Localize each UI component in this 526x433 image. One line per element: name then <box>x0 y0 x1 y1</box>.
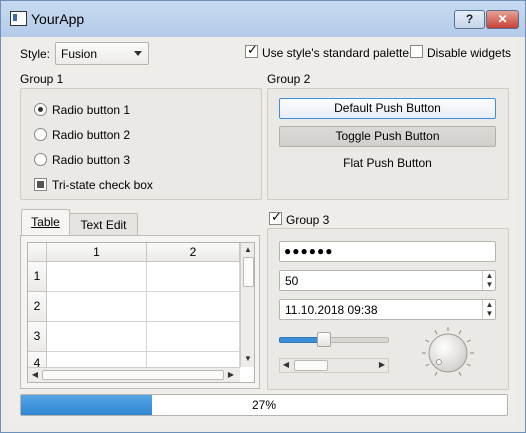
disable-widgets-checkbox[interactable] <box>410 45 423 58</box>
horizontal-slider[interactable] <box>279 331 389 347</box>
radio-button-2[interactable] <box>34 128 47 141</box>
horizontal-scroll-thumb[interactable] <box>42 370 224 380</box>
tristate-label: Tri-state check box <box>52 178 153 192</box>
spin-box-value: 50 <box>285 274 299 288</box>
close-button[interactable]: ✕ <box>486 10 519 29</box>
table-cell[interactable] <box>47 322 147 352</box>
table-cell[interactable] <box>47 262 147 292</box>
tab-table[interactable]: Table <box>21 209 70 236</box>
radio-label-3: Radio button 3 <box>52 153 131 167</box>
scroll-right-icon[interactable]: ▶ <box>377 360 387 369</box>
toggle-push-button[interactable]: Toggle Push Button <box>279 126 496 147</box>
main-panel: Style: Fusion ✓ Use style's standard pal… <box>9 37 517 424</box>
scroll-left-icon[interactable]: ◀ <box>30 370 40 379</box>
spin-up-icon[interactable]: ▲ <box>483 300 496 309</box>
scroll-right-icon[interactable]: ▶ <box>226 370 236 379</box>
password-field[interactable]: ●●●●●● <box>279 241 496 262</box>
row-header-2[interactable]: 2 <box>28 292 47 322</box>
group3-frame: ●●●●●● 50 ▲ ▼ 11.10.2018 09:38 ▲ ▼ ◀ ▶ <box>267 228 509 390</box>
dial-knob[interactable] <box>428 333 468 373</box>
app-icon <box>10 11 27 26</box>
vertical-scrollbar[interactable]: ▲ ▼ <box>240 243 254 367</box>
datetime-spin-buttons[interactable]: ▲ ▼ <box>482 300 496 319</box>
spin-box[interactable]: 50 ▲ ▼ <box>279 270 496 291</box>
tab-text-edit-label: Text Edit <box>80 218 127 232</box>
spin-up-icon[interactable]: ▲ <box>483 271 496 280</box>
datetime-value: 11.10.2018 09:38 <box>285 303 378 317</box>
style-label: Style: <box>20 47 51 61</box>
spin-buttons[interactable]: ▲ ▼ <box>482 271 496 290</box>
window-title: YourApp <box>31 11 85 27</box>
table-panel: 1 2 1 2 3 4 ▲ ▼ ◀ ▶ <box>20 235 260 389</box>
small-scroll-thumb[interactable] <box>294 360 328 371</box>
radio-button-3[interactable] <box>34 153 47 166</box>
scroll-left-icon[interactable]: ◀ <box>281 360 291 369</box>
row-header-1[interactable]: 1 <box>28 262 47 292</box>
table-cell[interactable] <box>147 262 240 292</box>
table-cell[interactable] <box>147 292 240 322</box>
small-scrollbar[interactable]: ◀ ▶ <box>279 358 389 373</box>
dial[interactable] <box>420 325 476 381</box>
palette-label: Use style's standard palette <box>262 46 410 60</box>
flat-push-button[interactable]: Flat Push Button <box>279 154 496 173</box>
tab-table-label: Table <box>31 215 60 229</box>
column-header-2[interactable]: 2 <box>147 243 240 262</box>
group3-title: Group 3 <box>286 213 330 227</box>
style-combo-value: Fusion <box>61 47 98 61</box>
scroll-up-icon[interactable]: ▲ <box>241 245 254 254</box>
table-cell[interactable] <box>47 292 147 322</box>
column-header-1[interactable]: 1 <box>47 243 147 262</box>
check-icon: ✓ <box>271 209 282 224</box>
tab-widget: Table Text Edit 1 2 1 2 3 4 ▲ ▼ ◀ ▶ <box>20 209 260 389</box>
app-window: YourApp ? ✕ Style: Fusion ✓ Use style's … <box>0 0 526 433</box>
row-header-3[interactable]: 3 <box>28 322 47 352</box>
radio-button-1[interactable] <box>34 103 47 116</box>
slider-handle[interactable] <box>317 332 331 347</box>
title-bar[interactable]: YourApp ? ✕ <box>1 1 525 37</box>
group2-title: Group 2 <box>267 72 311 86</box>
default-push-button[interactable]: Default Push Button <box>279 98 496 119</box>
scroll-down-icon[interactable]: ▼ <box>241 354 254 363</box>
disable-widgets-label: Disable widgets <box>427 46 512 60</box>
partial-check-icon <box>37 181 44 188</box>
check-icon: ✓ <box>247 42 258 57</box>
datetime-edit[interactable]: 11.10.2018 09:38 ▲ ▼ <box>279 299 496 320</box>
palette-checkbox[interactable]: ✓ <box>245 42 258 58</box>
table-cell[interactable] <box>147 322 240 352</box>
radio-label-2: Radio button 2 <box>52 128 131 142</box>
radio-label-1: Radio button 1 <box>52 103 131 117</box>
corner-header[interactable] <box>28 243 47 262</box>
progress-text: 27% <box>251 398 277 412</box>
tristate-checkbox[interactable] <box>34 178 47 191</box>
style-combo[interactable]: Fusion <box>55 42 149 65</box>
tab-text-edit[interactable]: Text Edit <box>69 213 138 236</box>
horizontal-scrollbar[interactable]: ◀ ▶ <box>28 367 240 382</box>
vertical-scroll-thumb[interactable] <box>243 257 254 287</box>
help-button[interactable]: ? <box>454 10 485 29</box>
spin-down-icon[interactable]: ▼ <box>483 280 496 289</box>
group1-title: Group 1 <box>20 72 64 86</box>
group2-frame: Default Push Button Toggle Push Button F… <box>267 88 509 200</box>
password-value: ●●●●●● <box>284 244 334 258</box>
group1-frame: Radio button 1 Radio button 2 Radio butt… <box>20 88 262 200</box>
dial-indicator <box>436 359 442 365</box>
group3-checkbox[interactable]: ✓ <box>269 209 282 225</box>
chevron-down-icon <box>134 51 142 56</box>
progress-bar: 27% <box>20 394 508 416</box>
table-view[interactable]: 1 2 1 2 3 4 ▲ ▼ ◀ ▶ <box>27 242 255 383</box>
spin-down-icon[interactable]: ▼ <box>483 309 496 318</box>
